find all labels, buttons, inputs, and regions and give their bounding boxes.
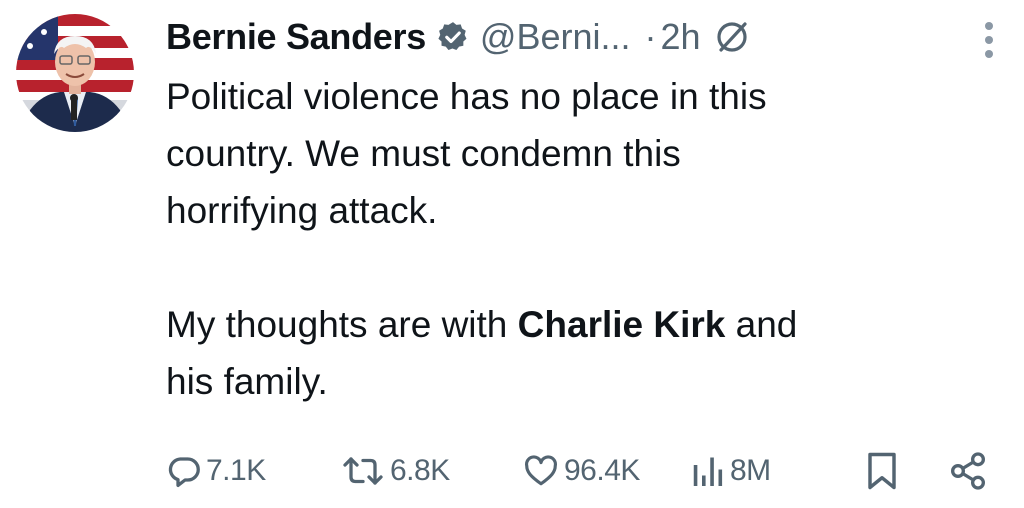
mentioned-name: Charlie Kirk	[517, 304, 726, 345]
tweet-timestamp[interactable]: 2h	[661, 16, 701, 58]
bookmark-icon	[864, 451, 900, 491]
share-button[interactable]	[948, 446, 988, 496]
tweet-line: My thoughts are with Charlie Kirk and	[166, 296, 986, 353]
grok-icon[interactable]	[715, 20, 749, 54]
tweet-text: Political violence has no place in this …	[166, 68, 986, 410]
views-button[interactable]: 8M	[690, 446, 771, 496]
reply-icon	[166, 453, 202, 489]
repost-icon	[340, 453, 386, 489]
avatar[interactable]	[16, 14, 134, 132]
more-options-icon[interactable]	[978, 22, 1000, 58]
heart-icon	[522, 453, 560, 489]
share-icon	[948, 451, 988, 491]
repost-count: 6.8K	[390, 454, 450, 487]
tweet-line-prefix: My thoughts are with	[166, 304, 518, 345]
analytics-icon	[690, 453, 726, 489]
more-dot	[985, 50, 993, 58]
author-name[interactable]: Bernie Sanders	[166, 16, 426, 58]
tweet-line: his family.	[166, 361, 328, 402]
tweet-line: horrifying attack.	[166, 190, 438, 231]
separator-dot: ·	[644, 16, 657, 57]
tweet-header: Bernie Sanders @Berni... · 2h	[166, 12, 749, 62]
more-dot	[985, 36, 993, 44]
like-count: 96.4K	[564, 454, 640, 487]
verified-badge-icon	[436, 20, 470, 54]
author-handle[interactable]: @Berni...	[480, 16, 631, 58]
reply-count: 7.1K	[206, 454, 266, 487]
like-button[interactable]: 96.4K	[522, 446, 640, 496]
repost-button[interactable]: 6.8K	[340, 446, 450, 496]
tweet-line-suffix: and	[725, 304, 798, 345]
tweet-line: Political violence has no place in this	[166, 76, 767, 117]
views-count: 8M	[730, 454, 771, 487]
reply-button[interactable]: 7.1K	[166, 446, 266, 496]
tweet-line: country. We must condemn this	[166, 133, 681, 174]
action-bar: 7.1K 6.8K 96.4K 8M	[0, 446, 1024, 496]
more-dot	[985, 22, 993, 30]
bookmark-button[interactable]	[864, 446, 900, 496]
